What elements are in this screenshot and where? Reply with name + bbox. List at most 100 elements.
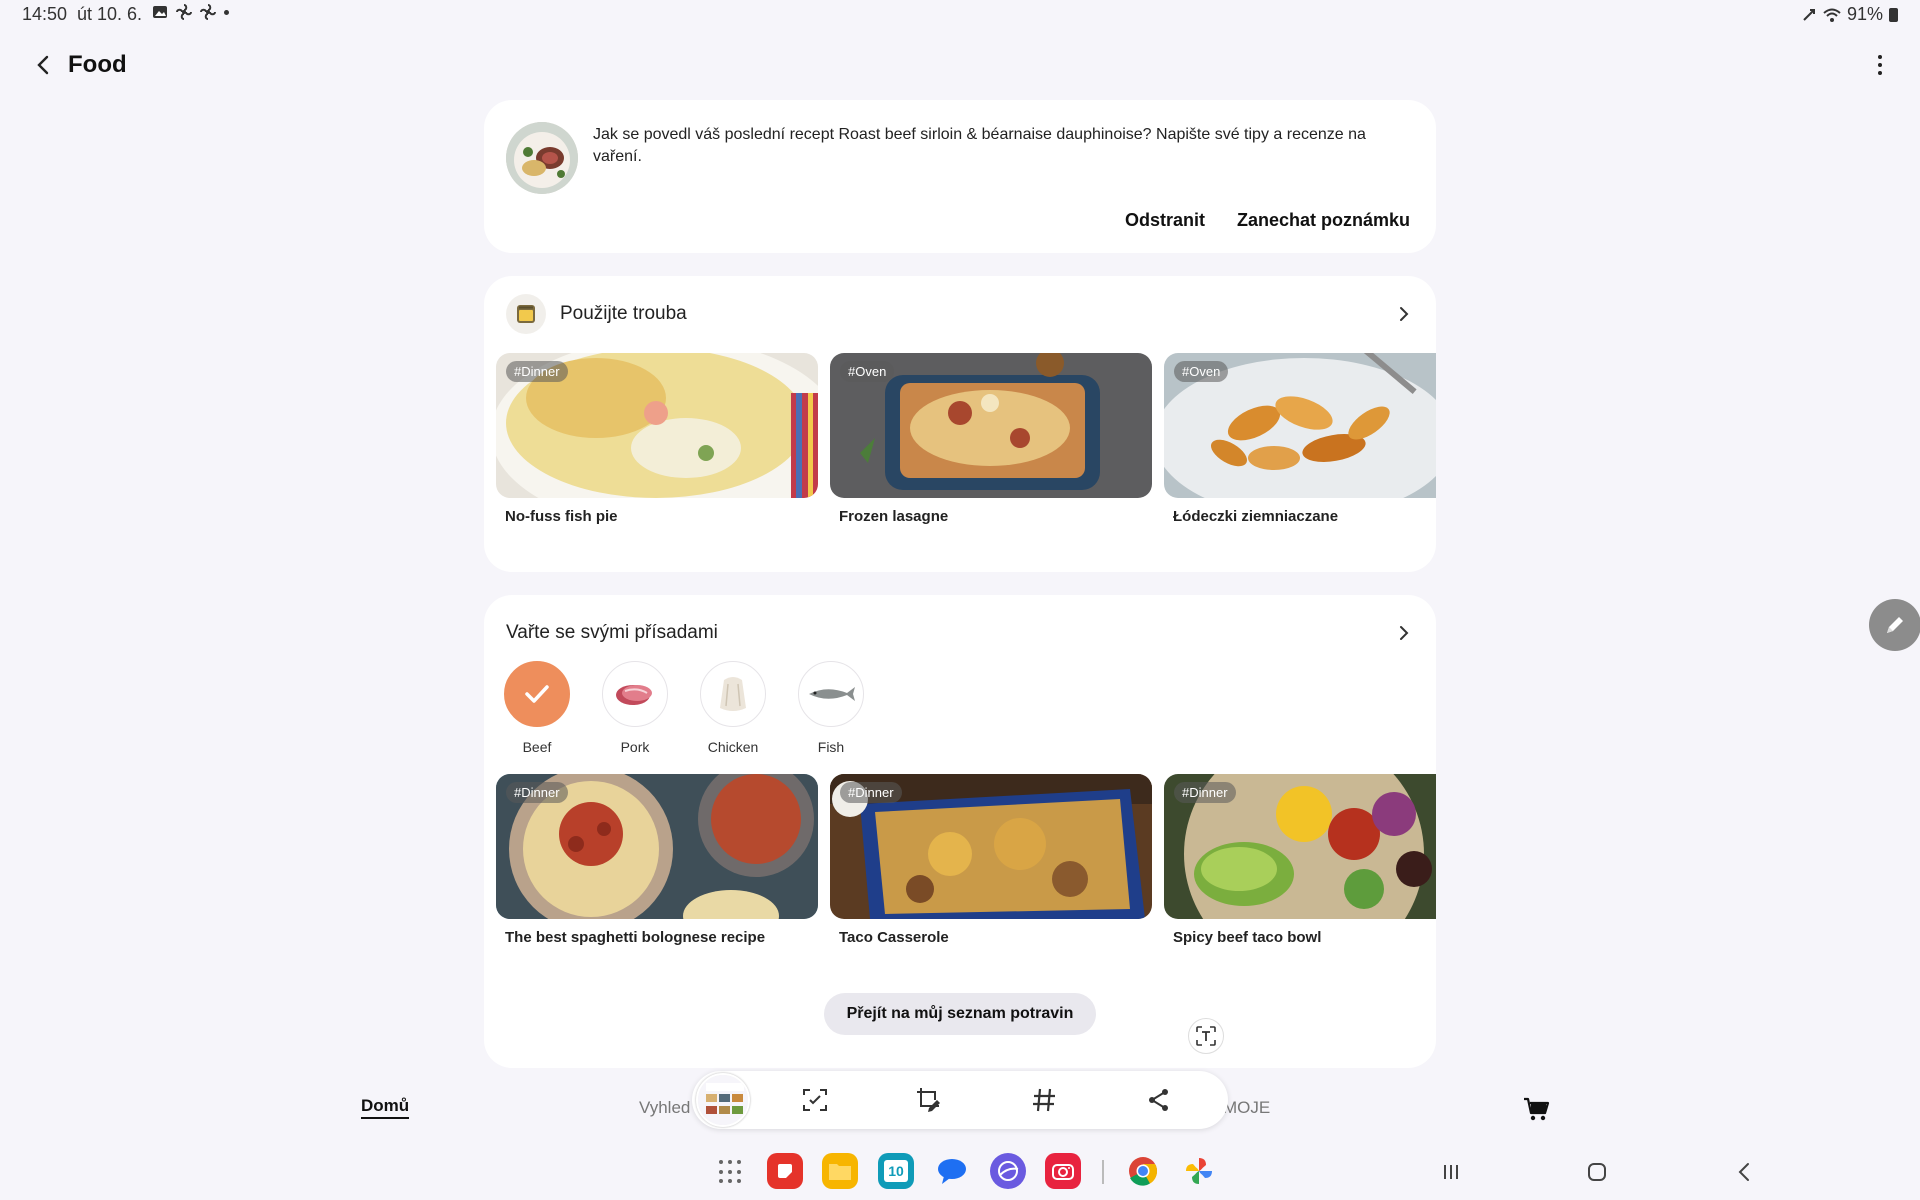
chevron-right-icon[interactable] bbox=[1392, 621, 1416, 645]
grid-dot bbox=[719, 1160, 723, 1164]
recipe-name: Taco Casserole bbox=[839, 929, 949, 946]
text-scan-icon bbox=[1196, 1026, 1216, 1046]
grocery-list-button[interactable]: Přejít na můj seznam potravin bbox=[824, 993, 1096, 1035]
leave-note-button[interactable]: Zanechat poznámku bbox=[1237, 210, 1410, 231]
recent-apps-button[interactable] bbox=[1437, 1158, 1465, 1186]
app-drawer-icon[interactable] bbox=[719, 1160, 743, 1184]
chevron-right-icon[interactable] bbox=[1392, 302, 1416, 326]
recipe-tag: #Oven bbox=[840, 361, 895, 382]
status-right: 91% bbox=[1801, 4, 1898, 25]
recipe-tag: #Oven bbox=[1174, 361, 1229, 382]
chrome-app-icon[interactable] bbox=[1125, 1153, 1161, 1189]
recipe-thumbnail bbox=[506, 122, 578, 194]
ingredient-recipe-list: #Dinner The best spaghetti bolognese rec… bbox=[496, 774, 1436, 946]
messages-app-icon[interactable] bbox=[934, 1153, 970, 1189]
recipe-name: No-fuss fish pie bbox=[505, 508, 618, 525]
oven-recipe-list: #Dinner No-fuss fish pie #Oven Frozen la… bbox=[496, 353, 1436, 525]
recipe-card[interactable]: #Dinner Spicy beef taco bowl bbox=[1164, 774, 1436, 946]
recipe-tag: #Dinner bbox=[840, 782, 902, 803]
remove-button[interactable]: Odstranit bbox=[1125, 210, 1205, 231]
system-back-button[interactable] bbox=[1730, 1158, 1758, 1186]
ingredients-section: Vařte se svými přísadami Beef Pork Chick… bbox=[484, 595, 1436, 1068]
more-dot-icon bbox=[1878, 55, 1882, 59]
photos-app-icon[interactable] bbox=[1181, 1153, 1217, 1189]
recipe-card[interactable]: #Dinner Taco Casserole bbox=[830, 774, 1152, 946]
mute-icon bbox=[1803, 8, 1815, 21]
battery-icon bbox=[1889, 7, 1898, 22]
fan-icon bbox=[176, 4, 192, 20]
wifi-icon bbox=[1823, 8, 1841, 22]
taskbar: 10 bbox=[0, 1150, 1920, 1196]
recipe-card[interactable]: #Dinner No-fuss fish pie bbox=[496, 353, 818, 525]
recipe-name: Spicy beef taco bowl bbox=[1173, 929, 1322, 946]
ingredient-label: Pork bbox=[620, 739, 650, 755]
recipe-card[interactable]: #Oven Łódeczki ziemniaczane bbox=[1164, 353, 1436, 525]
ingredient-beef[interactable]: Beef bbox=[504, 661, 570, 755]
crop-edit-icon[interactable] bbox=[914, 1085, 944, 1115]
share-icon[interactable] bbox=[1144, 1085, 1174, 1115]
recipe-image-fish-pie: #Dinner bbox=[496, 353, 818, 498]
oven-section: Použijte trouba #Dinner No-fuss fish pie… bbox=[484, 276, 1436, 572]
ingredients-section-header[interactable]: Vařte se svými přísadami bbox=[506, 613, 1416, 653]
status-date: út 10. 6. bbox=[77, 4, 143, 24]
ingredient-label: Beef bbox=[522, 739, 552, 755]
status-time: 14:50 bbox=[22, 4, 68, 24]
recipe-name: Łódeczki ziemniaczane bbox=[1173, 508, 1339, 525]
grid-dot bbox=[728, 1169, 732, 1174]
roast-beef-image bbox=[506, 122, 578, 194]
recipe-tag: #Dinner bbox=[1174, 782, 1236, 803]
grid-dot bbox=[719, 1179, 723, 1184]
screenshot-thumbnail[interactable] bbox=[696, 1073, 750, 1127]
chicken-icon bbox=[700, 661, 766, 727]
fish-icon bbox=[798, 661, 864, 727]
more-dot-icon bbox=[1878, 71, 1882, 75]
oven-icon bbox=[506, 294, 546, 334]
calendar-day: 10 bbox=[884, 1160, 908, 1182]
back-button[interactable] bbox=[28, 50, 58, 80]
pencil-icon bbox=[1887, 617, 1903, 633]
pork-icon bbox=[602, 661, 668, 727]
internet-app-icon[interactable] bbox=[990, 1153, 1026, 1189]
notes-app-icon[interactable] bbox=[767, 1153, 803, 1189]
ingredient-pork[interactable]: Pork bbox=[602, 661, 668, 755]
checkmark-icon bbox=[504, 661, 570, 727]
recipe-name: The best spaghetti bolognese recipe bbox=[505, 929, 766, 946]
ingredients-section-title: Vařte se svými přísadami bbox=[506, 622, 718, 643]
recipe-tag: #Dinner bbox=[506, 361, 568, 382]
dock-divider bbox=[1102, 1160, 1104, 1184]
calendar-app-icon[interactable]: 10 bbox=[878, 1153, 914, 1189]
grid-dot bbox=[728, 1179, 732, 1184]
recipe-image-taco-casserole: #Dinner bbox=[830, 774, 1152, 919]
ingredient-chips: Beef Pork Chicken Fish bbox=[504, 661, 864, 755]
recipe-card[interactable]: #Dinner The best spaghetti bolognese rec… bbox=[496, 774, 818, 946]
more-notifications-dot bbox=[224, 9, 229, 15]
status-bar: 14:50 út 10. 6. 91% bbox=[0, 0, 1920, 28]
camera-app-icon[interactable] bbox=[1045, 1153, 1081, 1189]
text-extract-button[interactable] bbox=[1188, 1018, 1224, 1054]
nav-search[interactable]: Vyhled bbox=[639, 1098, 690, 1118]
feedback-prompt: Jak se povedl váš poslední recept Roast … bbox=[593, 126, 1366, 165]
grid-dot bbox=[737, 1179, 741, 1184]
ingredient-label: Chicken bbox=[707, 739, 759, 755]
recipe-card[interactable]: #Oven Frozen lasagne bbox=[830, 353, 1152, 525]
cart-icon[interactable] bbox=[1522, 1096, 1550, 1122]
more-options-button[interactable] bbox=[1868, 50, 1892, 80]
scan-icon[interactable] bbox=[800, 1085, 830, 1115]
home-button[interactable] bbox=[1583, 1158, 1611, 1186]
recipe-image-bolognese: #Dinner bbox=[496, 774, 818, 919]
ingredient-label: Fish bbox=[817, 739, 845, 755]
ingredient-fish[interactable]: Fish bbox=[798, 661, 864, 755]
grid-dot bbox=[737, 1169, 741, 1174]
screenshot-toolbar bbox=[692, 1071, 1228, 1129]
ingredient-chicken[interactable]: Chicken bbox=[700, 661, 766, 755]
floating-edit-button[interactable] bbox=[1869, 599, 1920, 651]
recipe-name: Frozen lasagne bbox=[839, 508, 949, 525]
hashtag-icon[interactable] bbox=[1029, 1085, 1059, 1115]
battery-percent: 91% bbox=[1846, 4, 1883, 24]
files-app-icon[interactable] bbox=[822, 1153, 858, 1189]
app-bar: Food bbox=[0, 40, 1920, 90]
nav-mine[interactable]: MOJE bbox=[1223, 1098, 1270, 1118]
oven-section-header[interactable]: Použijte trouba bbox=[506, 294, 1416, 334]
fan-icon-2 bbox=[200, 4, 216, 20]
nav-home[interactable]: Domů bbox=[361, 1096, 410, 1119]
